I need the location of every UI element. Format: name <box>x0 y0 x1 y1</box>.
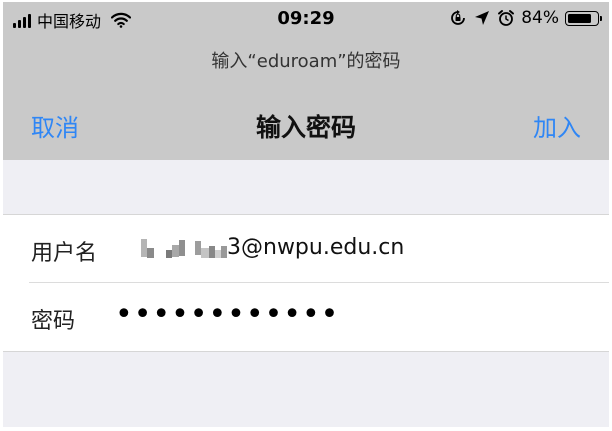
battery-fill <box>568 13 591 23</box>
username-row[interactable]: 用户名 3@nwpu.edu.cn <box>3 215 609 283</box>
orientation-lock-icon <box>451 10 466 25</box>
username-value: 3@nwpu.edu.cn <box>227 235 405 260</box>
username-field[interactable]: 3@nwpu.edu.cn <box>141 235 404 260</box>
password-label: 密码 <box>31 309 76 334</box>
network-password-prompt: 输入“eduroam”的密码 <box>3 36 609 88</box>
battery-icon <box>565 10 602 26</box>
status-right: 84% <box>449 8 602 28</box>
alarm-icon <box>498 10 515 26</box>
username-label: 用户名 <box>31 241 98 266</box>
password-field[interactable]: •••••••••••• <box>115 297 339 332</box>
join-button[interactable]: 加入 <box>533 108 581 143</box>
navigation-bar: 取消 输入密码 加入 <box>3 88 609 160</box>
password-row[interactable]: 密码 •••••••••••• <box>3 283 609 351</box>
redacted-text <box>141 236 227 260</box>
status-bar: 中国移动 09:29 84% <box>3 2 609 36</box>
battery-percent: 84% <box>521 8 559 28</box>
battery-tip <box>599 15 602 21</box>
location-icon <box>475 11 490 25</box>
credentials-form: 用户名 3@nwpu.edu.cn 密码 •••••••••••• <box>3 214 609 352</box>
page-title: 输入密码 <box>255 113 356 142</box>
phone-screen: 中国移动 09:29 84% 输入“eduroam”的密码 取消 输入密码 加入… <box>3 2 609 427</box>
